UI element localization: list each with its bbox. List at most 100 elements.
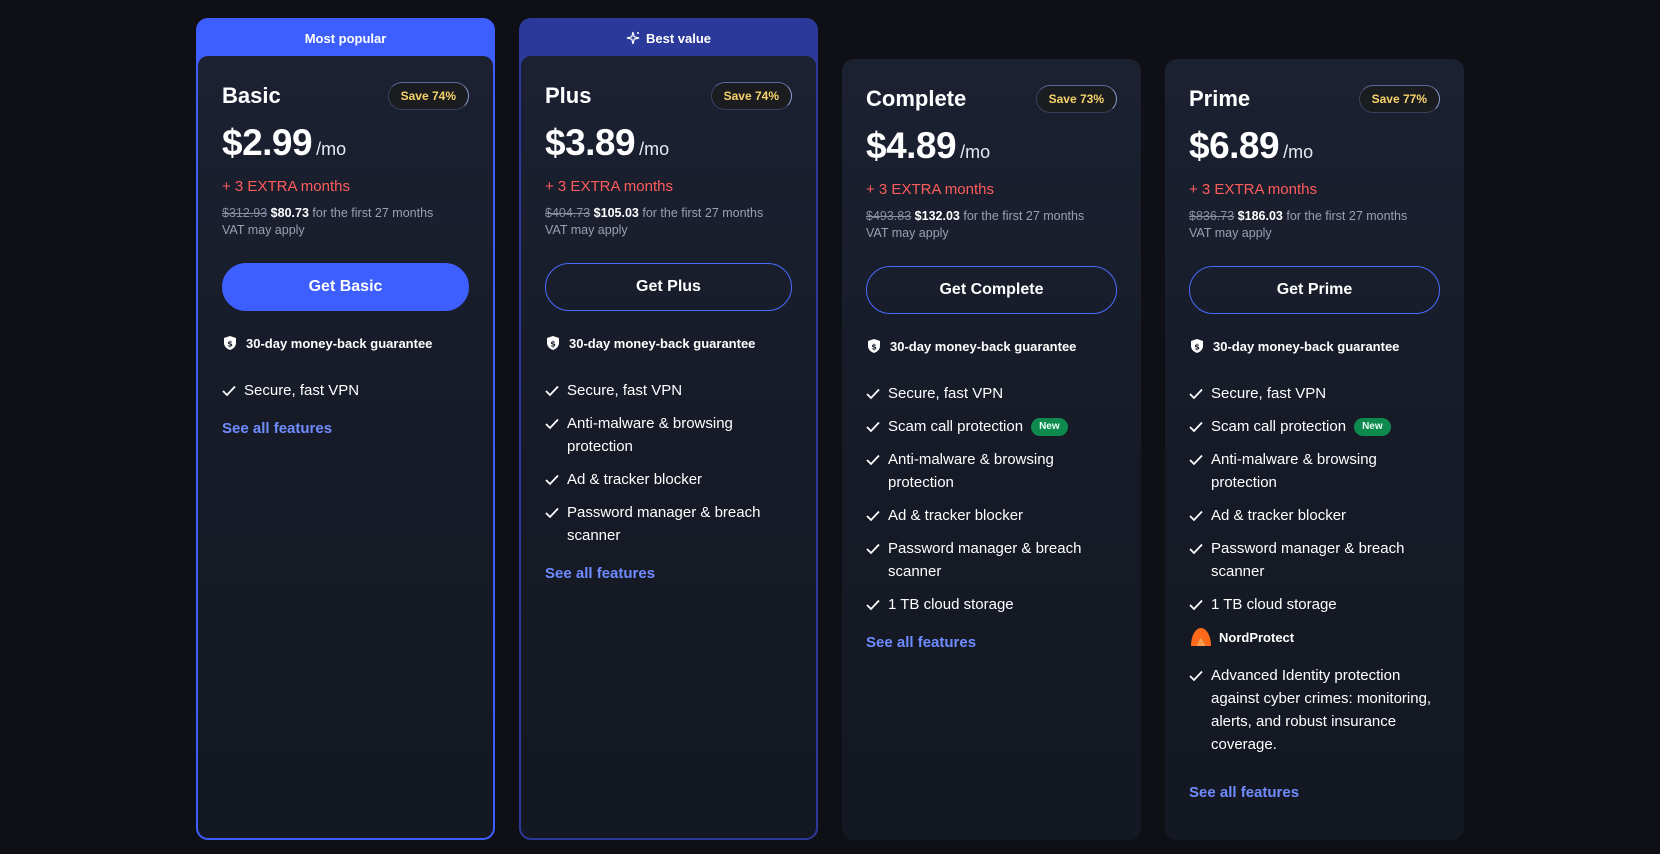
list-item: Secure, fast VPN <box>222 379 469 402</box>
feature-label: Secure, fast VPN <box>244 382 360 399</box>
most-popular-ribbon: Most popular <box>198 20 493 56</box>
svg-text:$: $ <box>550 340 556 349</box>
old-price: $404.73 <box>545 206 591 220</box>
svg-text:$: $ <box>871 343 877 352</box>
extra-months: + 3 EXTRA months <box>866 181 994 198</box>
check-icon <box>1189 421 1203 432</box>
list-item: Password manager & breach scanner <box>1189 537 1440 583</box>
check-icon <box>866 388 880 399</box>
old-price: $836.73 <box>1189 209 1235 223</box>
feature-label: Secure, fast VPN <box>1211 385 1327 402</box>
billing-term: for the first 27 months <box>1286 209 1408 223</box>
new-price: $105.03 <box>593 206 639 220</box>
see-all-features-link[interactable]: See all features <box>1189 784 1299 801</box>
list-item: Advanced Identity protection against cyb… <box>1189 664 1440 756</box>
check-icon <box>1189 670 1203 681</box>
get-basic-button[interactable]: Get Basic <box>222 263 469 311</box>
plan-name: Complete <box>866 86 967 111</box>
nordprotect-logo: NordProtect <box>1189 626 1440 648</box>
list-item: Scam call protection New <box>1189 415 1440 438</box>
sparkle-icon <box>626 31 640 45</box>
list-item: Secure, fast VPN <box>1189 382 1440 405</box>
list-item: Password manager & breach scanner <box>866 537 1117 583</box>
nordprotect-icon <box>1191 628 1211 646</box>
feature-label: 1 TB cloud storage <box>888 596 1014 613</box>
list-item: 1 TB cloud storage <box>866 593 1117 616</box>
list-item: 1 TB cloud storage <box>1189 593 1440 616</box>
vat-note: VAT may apply <box>222 223 305 237</box>
extra-months: + 3 EXTRA months <box>1189 181 1317 198</box>
feature-label: Secure, fast VPN <box>888 385 1004 402</box>
check-icon <box>866 454 880 465</box>
plan-card-prime: Prime Save 77% $6.89 /mo + 3 EXTRA month… <box>1165 59 1464 840</box>
feature-list: Secure, fast VPN Scam call protection New… <box>1189 382 1440 616</box>
billing-details: $312.93 $80.73 for the first 27 months V… <box>222 205 469 239</box>
feature-label: Anti-malware & browsing protection <box>1211 451 1377 491</box>
price-row: $4.89 /mo <box>866 125 1117 169</box>
card-header: Basic Save 74% <box>222 80 469 112</box>
check-icon <box>1189 599 1203 610</box>
list-item: Anti-malware & browsing protection <box>545 412 792 458</box>
billing-details: $836.73 $186.03 for the first 27 months … <box>1189 208 1440 242</box>
list-item: Password manager & breach scanner <box>545 501 792 547</box>
nordprotect-feature-list: Advanced Identity protection against cyb… <box>1189 664 1440 756</box>
feature-label: Ad & tracker blocker <box>1211 507 1347 524</box>
extra-months: + 3 EXTRA months <box>222 178 350 195</box>
feature-label: Anti-malware & browsing protection <box>888 451 1054 491</box>
plan-name: Prime <box>1189 86 1251 111</box>
price: $6.89 <box>1189 125 1280 166</box>
vat-note: VAT may apply <box>1189 226 1272 240</box>
check-icon <box>866 543 880 554</box>
check-icon <box>1189 388 1203 399</box>
price-row: $6.89 /mo <box>1189 125 1440 169</box>
check-icon <box>1189 510 1203 521</box>
shield-icon: $ <box>1191 339 1203 353</box>
plan-plus-wrapper: Best value Plus Save 74% $3.89 /mo + 3 E… <box>519 18 818 840</box>
check-icon <box>1189 454 1203 465</box>
feature-label: Scam call protection <box>1211 418 1347 435</box>
guarantee-label: 30-day money-back guarantee <box>1213 338 1400 354</box>
get-prime-button[interactable]: Get Prime <box>1189 266 1440 314</box>
feature-label: Ad & tracker blocker <box>888 507 1024 524</box>
money-back-guarantee: $ 30-day money-back guarantee <box>222 335 469 351</box>
feature-label: 1 TB cloud storage <box>1211 596 1337 613</box>
pricing-plans: Most popular Basic Save 74% $2.99 /mo + … <box>0 0 1660 854</box>
price: $4.89 <box>866 125 957 166</box>
get-plus-button[interactable]: Get Plus <box>545 263 792 311</box>
feature-label: Password manager & breach scanner <box>567 504 761 544</box>
check-icon <box>1189 543 1203 554</box>
plan-card-plus: Plus Save 74% $3.89 /mo + 3 EXTRA months… <box>521 56 816 838</box>
feature-label: Scam call protection <box>888 418 1024 435</box>
guarantee-label: 30-day money-back guarantee <box>569 335 756 351</box>
see-all-features-link[interactable]: See all features <box>222 420 332 437</box>
check-icon <box>545 474 559 485</box>
list-item: Scam call protection New <box>866 415 1117 438</box>
price-row: $3.89 /mo <box>545 122 792 166</box>
price-period: /mo <box>316 139 347 159</box>
billing-term: for the first 27 months <box>642 206 764 220</box>
shield-icon: $ <box>868 339 880 353</box>
price-period: /mo <box>639 139 670 159</box>
feature-label: Advanced Identity protection against cyb… <box>1211 667 1432 753</box>
list-item: Secure, fast VPN <box>866 382 1117 405</box>
check-icon <box>545 507 559 518</box>
plan-name: Basic <box>222 83 281 108</box>
get-complete-button[interactable]: Get Complete <box>866 266 1117 314</box>
guarantee-label: 30-day money-back guarantee <box>890 338 1077 354</box>
vat-note: VAT may apply <box>545 223 628 237</box>
list-item: Ad & tracker blocker <box>1189 504 1440 527</box>
price-period: /mo <box>960 142 991 162</box>
new-price: $132.03 <box>914 209 960 223</box>
plan-card-complete: Complete Save 73% $4.89 /mo + 3 EXTRA mo… <box>842 59 1141 840</box>
list-item: Anti-malware & browsing protection <box>1189 448 1440 494</box>
best-value-ribbon: Best value <box>521 20 816 56</box>
save-badge: Save 74% <box>387 82 469 110</box>
save-badge: Save 77% <box>1358 85 1440 113</box>
new-price: $80.73 <box>270 206 309 220</box>
see-all-features-link[interactable]: See all features <box>866 634 976 651</box>
see-all-features-link[interactable]: See all features <box>545 565 655 582</box>
vat-note: VAT may apply <box>866 226 949 240</box>
list-item: Secure, fast VPN <box>545 379 792 402</box>
save-badge: Save 74% <box>710 82 792 110</box>
price: $3.89 <box>545 122 636 163</box>
